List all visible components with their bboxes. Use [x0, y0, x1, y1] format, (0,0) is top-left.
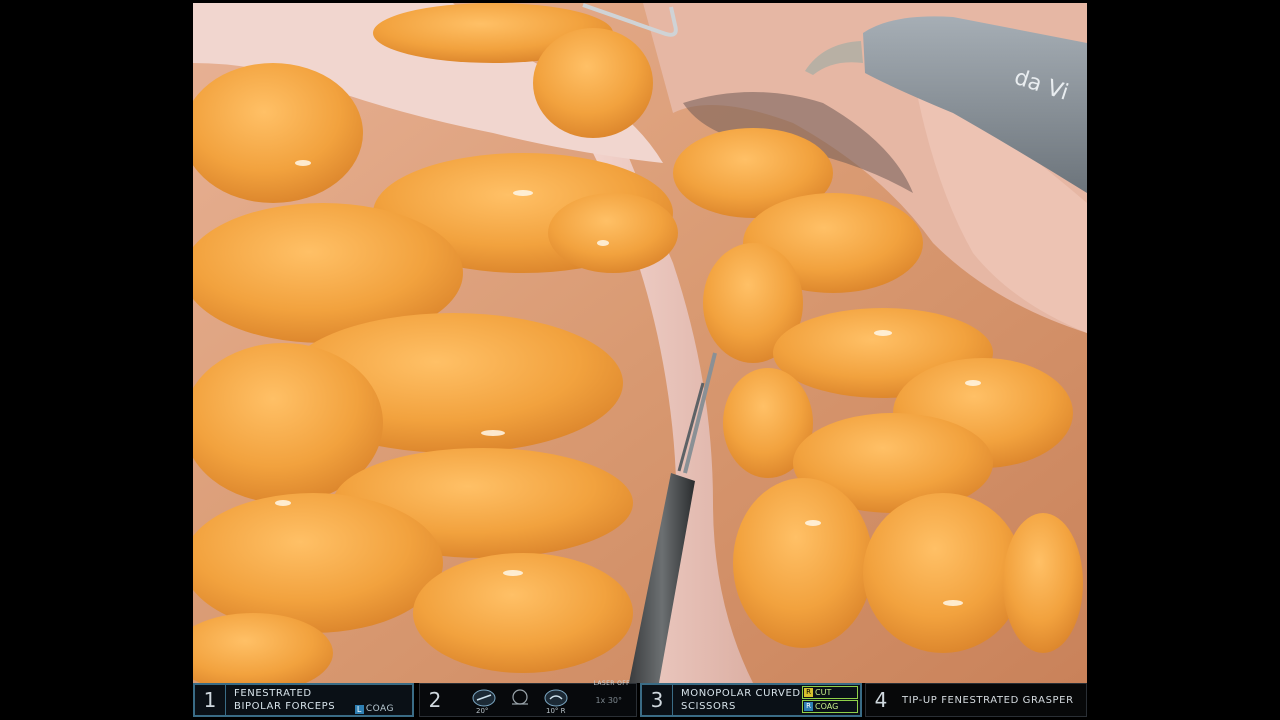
arm-1-energy-indicator: L COAG — [354, 704, 394, 714]
arm-1-energy-side: L — [354, 704, 364, 714]
arm-3-number: 3 — [642, 685, 673, 715]
arm-1-name-line2: BIPOLAR FORCEPS — [234, 701, 336, 712]
camera-panel[interactable]: 2 20° 10° R LASER OFF 1x 30° — [419, 680, 637, 717]
arm-1-instrument-name: FENESTRATED BIPOLAR FORCEPS — [226, 687, 335, 713]
cut-pedal-side: R — [804, 688, 813, 697]
coag-pedal-indicator: R COAG — [802, 700, 858, 713]
laser-status: LASER OFF — [593, 680, 630, 687]
scope-roll-icon — [544, 689, 568, 707]
arm-3-name-line1: MONOPOLAR CURVED — [681, 688, 801, 699]
coag-pedal-label: COAG — [815, 702, 839, 711]
arm-1-panel[interactable]: 1 FENESTRATED BIPOLAR FORCEPS L COAG — [193, 683, 414, 717]
zoom-readout: 1x 30° — [595, 696, 622, 705]
arm-1-number: 1 — [195, 685, 226, 715]
arm-3-name-line2: SCISSORS — [681, 701, 736, 712]
endoscope-view: da Vi — [193, 3, 1087, 683]
instrument-status-bar: 1 FENESTRATED BIPOLAR FORCEPS L COAG 2 2… — [193, 680, 1087, 717]
arm-1-name-line1: FENESTRATED — [234, 688, 312, 699]
cut-pedal-label: CUT — [815, 688, 832, 697]
scope-angle-left: 20° — [476, 707, 489, 715]
arm-4-panel[interactable]: 4 TIP-UP FENESTRATED GRASPER — [865, 683, 1087, 717]
surgical-scene: da Vi — [193, 3, 1087, 683]
horizon-icon — [512, 689, 528, 705]
arm-3-panel[interactable]: 3 MONOPOLAR CURVED SCISSORS R CUT R COAG — [640, 683, 862, 717]
cut-pedal-indicator: R CUT — [802, 686, 858, 699]
arm-3-energy-pedals: R CUT R COAG — [802, 685, 858, 715]
scope-angle-right: 10° R — [546, 707, 566, 715]
coag-pedal-side: R — [804, 702, 813, 711]
arm-3-instrument-name: MONOPOLAR CURVED SCISSORS — [673, 687, 801, 713]
arm-4-instrument-name: TIP-UP FENESTRATED GRASPER — [902, 694, 1074, 706]
arm-4-number: 4 — [874, 688, 888, 712]
scope-angle-icon — [472, 689, 496, 707]
arm-1-energy-label: COAG — [365, 704, 394, 714]
camera-number: 2 — [428, 688, 442, 712]
